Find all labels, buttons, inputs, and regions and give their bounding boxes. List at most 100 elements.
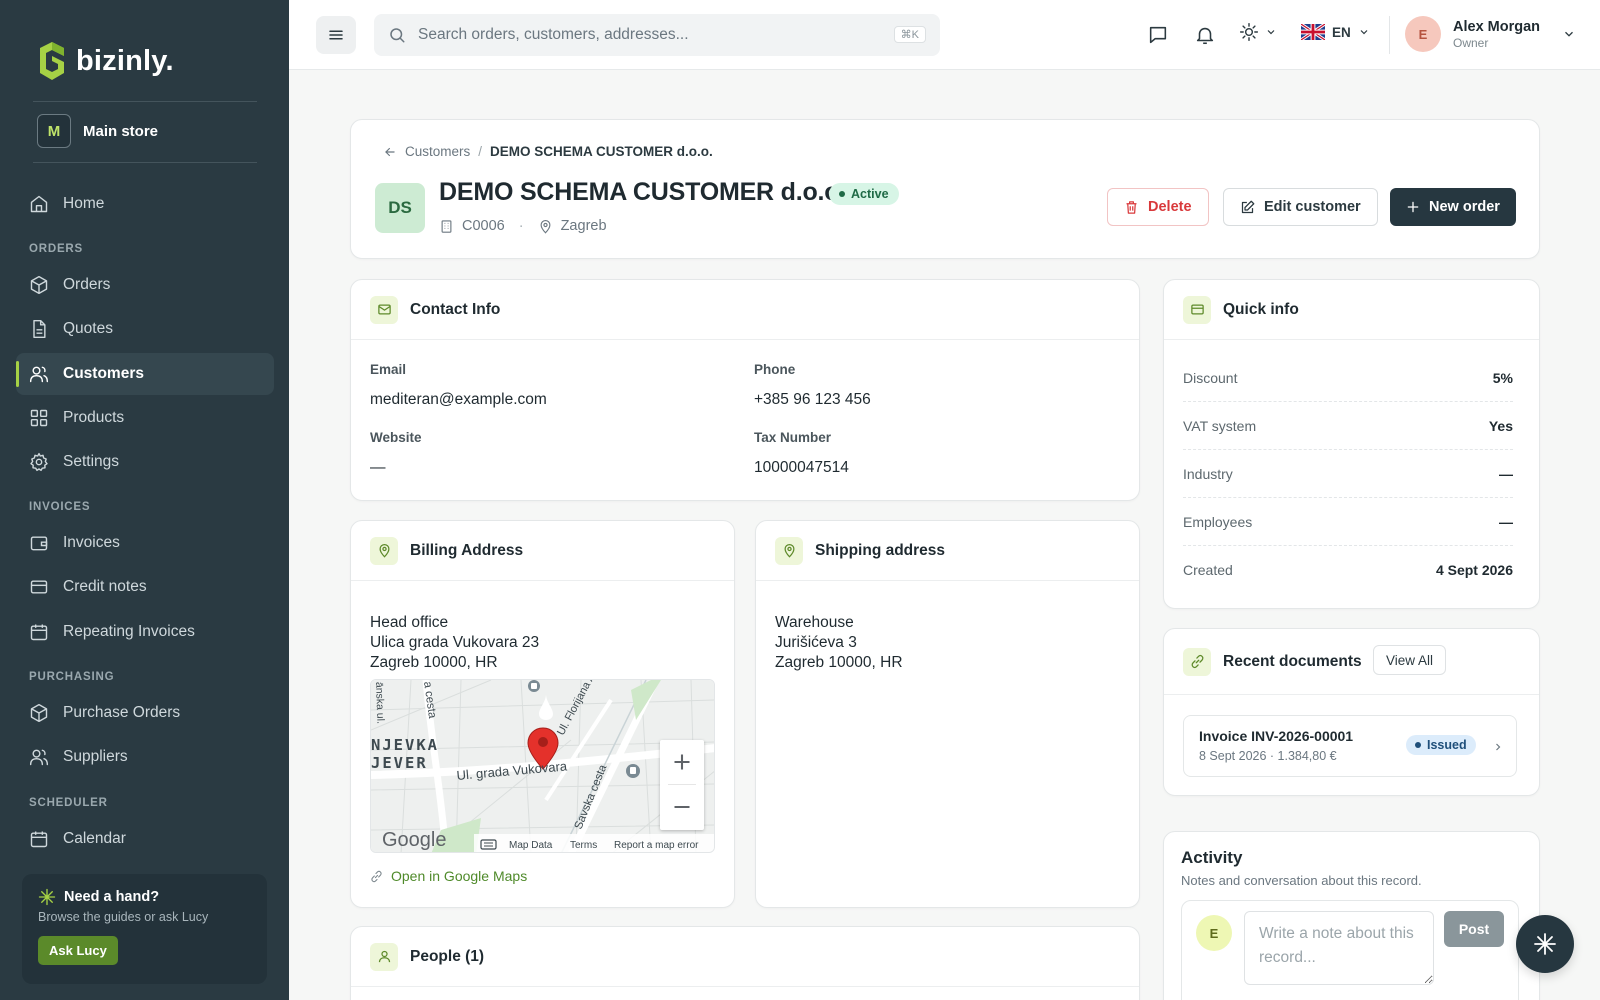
search-icon	[390, 28, 405, 43]
store-name: Main store	[83, 122, 159, 140]
messages-button[interactable]	[1145, 22, 1171, 48]
quick-info-label: Industry	[1183, 465, 1233, 482]
customer-avatar: DS	[375, 183, 425, 233]
breadcrumb-current: DEMO SCHEMA CUSTOMER d.o.o.	[490, 144, 713, 159]
credit-card-icon	[30, 580, 48, 594]
edit-customer-button[interactable]: Edit customer	[1223, 188, 1378, 226]
phone-value[interactable]: +385 96 123 456	[754, 391, 871, 409]
brand[interactable]: bizinly.	[36, 42, 174, 80]
box-icon	[30, 275, 48, 295]
zoom-in-button[interactable]	[660, 740, 704, 784]
sidebar-item-purchase-orders[interactable]: Purchase Orders	[16, 692, 274, 734]
sun-icon	[1239, 22, 1259, 42]
card-icon	[1183, 295, 1211, 324]
map-district-label: JEVER	[371, 754, 428, 772]
sidebar-item-invoices[interactable]: Invoices	[16, 522, 274, 564]
sidebar-item-label: Credit notes	[63, 578, 147, 595]
map-zoom-controls	[660, 740, 704, 830]
location-pin-icon	[775, 536, 803, 565]
edit-label: Edit customer	[1264, 199, 1361, 215]
notifications-button[interactable]	[1192, 22, 1218, 48]
sidebar-item-label: Calendar	[63, 830, 126, 847]
sidebar-item-label: Invoices	[63, 534, 120, 551]
sidebar-item-quotes[interactable]: Quotes	[16, 308, 274, 350]
language-switcher[interactable]: EN	[1301, 24, 1370, 40]
quick-info-row: Created 4 Sept 2026	[1183, 546, 1513, 594]
sidebar-item-calendar[interactable]: Calendar	[16, 818, 274, 860]
calendar-icon	[30, 831, 48, 848]
search-bar: ⌘K	[374, 14, 940, 56]
sidebar-item-suppliers[interactable]: Suppliers	[16, 736, 274, 778]
theme-switcher[interactable]	[1239, 22, 1277, 42]
store-switcher[interactable]: M Main store	[37, 114, 158, 148]
card-header: Billing Address	[351, 521, 734, 581]
ask-lucy-button[interactable]: Ask Lucy	[38, 936, 118, 965]
sidebar-item-products[interactable]: Products	[16, 397, 274, 439]
customer-meta: C0006 · Zagreb	[439, 218, 607, 234]
card-title: Recent documents	[1223, 652, 1362, 670]
assistant-fab-button[interactable]	[1516, 915, 1574, 973]
open-in-google-maps-link[interactable]: Open in Google Maps	[370, 868, 527, 884]
zoom-out-button[interactable]	[660, 785, 704, 829]
website-value: —	[370, 459, 386, 476]
user-icon	[370, 942, 398, 971]
menu-toggle-button[interactable]	[316, 16, 356, 54]
activity-title: Activity	[1181, 848, 1243, 867]
sidebar-item-home[interactable]: Home	[16, 183, 274, 225]
card-title: Contact Info	[410, 300, 501, 318]
map-terms-link[interactable]: Terms	[570, 840, 597, 851]
people-card: People (1)	[350, 926, 1140, 1000]
delete-label: Delete	[1148, 199, 1192, 215]
sidebar-item-customers[interactable]: Customers	[16, 353, 274, 395]
contact-info-card: Contact Info Email mediteran@example.com…	[350, 279, 1140, 501]
email-value[interactable]: mediteran@example.com	[370, 391, 547, 409]
box-icon	[30, 703, 48, 723]
note-input[interactable]	[1244, 911, 1434, 985]
sidebar-item-repeating-invoices[interactable]: Repeating Invoices	[16, 611, 274, 653]
email-label: Email	[370, 362, 407, 377]
search-input[interactable]	[418, 26, 888, 44]
calendar-icon	[30, 624, 48, 641]
status-label: Active	[851, 187, 889, 201]
post-button[interactable]: Post	[1444, 911, 1504, 947]
phone-label: Phone	[754, 362, 796, 377]
card-header: Shipping address	[756, 521, 1139, 581]
recent-documents-card: Recent documents View All Invoice INV-20…	[1163, 628, 1540, 796]
link-icon	[1183, 647, 1211, 676]
view-all-button[interactable]: View All	[1373, 645, 1447, 675]
status-badge: Issued	[1406, 735, 1476, 755]
store-badge: M	[37, 114, 71, 148]
meta-separator: ·	[518, 218, 524, 234]
map-report-link[interactable]: Report a map error	[614, 840, 699, 851]
plus-icon	[674, 754, 690, 770]
delete-button[interactable]: Delete	[1107, 188, 1209, 226]
user-role: Owner	[1453, 35, 1489, 50]
address-line: Warehouse	[775, 614, 854, 631]
quick-info-row: VAT system Yes	[1183, 402, 1513, 450]
billing-address-card: Billing Address Head office Ulica grada …	[350, 520, 735, 908]
tax-number-value: 10000047514	[754, 459, 849, 476]
card-title: Billing Address	[410, 541, 524, 559]
building-icon	[441, 219, 452, 233]
map-data-link[interactable]: Map Data	[509, 840, 553, 851]
sidebar-item-label: Settings	[63, 453, 120, 470]
quick-info-value: 5%	[1492, 369, 1513, 386]
billing-address-text: Head office Ulica grada Vukovara 23 Zagr…	[370, 613, 539, 673]
card-header: People (1)	[351, 927, 1139, 987]
sidebar-divider	[33, 162, 257, 163]
sparkle-icon	[38, 888, 56, 906]
sidebar-item-orders[interactable]: Orders	[16, 264, 274, 306]
hamburger-icon	[329, 30, 343, 40]
new-order-button[interactable]: New order	[1390, 188, 1516, 226]
list-item[interactable]: Invoice INV-2026-00001 8 Sept 2026 · 1.3…	[1183, 715, 1517, 777]
map-embed[interactable]: Ul. grada Vukovara Savska cesta Ul. Flor…	[370, 679, 715, 853]
breadcrumb-back-link[interactable]: Customers	[383, 144, 470, 159]
user-menu[interactable]: E Alex Morgan Owner	[1405, 16, 1576, 52]
sidebar-item-settings[interactable]: Settings	[16, 441, 274, 483]
customer-city: Zagreb	[560, 218, 607, 234]
shipping-address-card: Shipping address Warehouse Jurišićeva 3 …	[755, 520, 1140, 908]
quick-info-label: Employees	[1183, 513, 1253, 530]
users-icon	[29, 749, 49, 766]
sidebar-item-credit-notes[interactable]: Credit notes	[16, 566, 274, 608]
map-transit-icon	[528, 680, 540, 692]
